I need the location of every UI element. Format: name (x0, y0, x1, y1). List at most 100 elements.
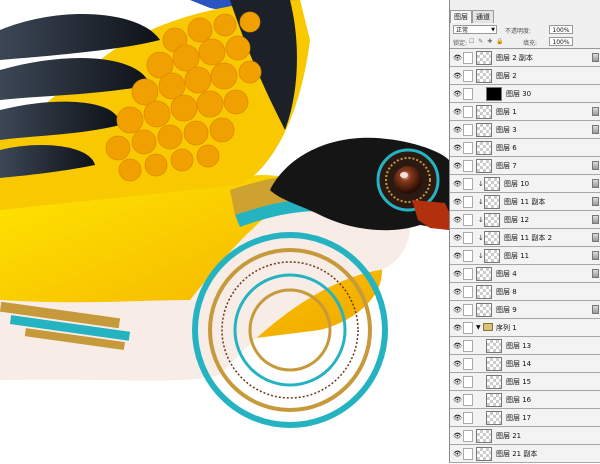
layer-link-box[interactable] (463, 232, 473, 244)
group-expand-icon[interactable]: ▼ (476, 324, 481, 331)
layer-row[interactable]: 👁 图层 2 副本 (450, 50, 600, 67)
eye-icon[interactable]: 👁 (453, 162, 462, 170)
layer-thumbnail[interactable] (476, 447, 492, 461)
layer-row[interactable]: 👁 图层 8 (450, 284, 600, 301)
layer-link-box[interactable] (463, 70, 473, 82)
eye-icon[interactable]: 👁 (453, 324, 462, 332)
eye-icon[interactable]: 👁 (453, 414, 462, 422)
layer-row[interactable]: 👁 图层 17 (450, 410, 600, 427)
layer-link-box[interactable] (463, 322, 473, 334)
eye-icon[interactable]: 👁 (453, 144, 462, 152)
layer-thumbnail[interactable] (476, 69, 492, 83)
layer-row[interactable]: 👁 图层 16 (450, 392, 600, 409)
tab-channels[interactable]: 通道 (472, 10, 494, 23)
layer-row[interactable]: 👁 图层 6 (450, 140, 600, 157)
layer-row[interactable]: 👁 图层 4 (450, 266, 600, 283)
layer-effects-icon[interactable] (592, 179, 599, 188)
eye-icon[interactable]: 👁 (453, 450, 462, 458)
fill-input[interactable]: 100% (549, 37, 573, 46)
document-canvas[interactable] (0, 0, 449, 463)
eye-icon[interactable]: 👁 (453, 306, 462, 314)
layer-link-box[interactable] (463, 430, 473, 442)
layer-thumbnail[interactable] (484, 195, 500, 209)
eye-icon[interactable]: 👁 (453, 198, 462, 206)
layer-link-box[interactable] (463, 394, 473, 406)
layer-link-box[interactable] (463, 178, 473, 190)
layer-row[interactable]: 👁 ↓ 图层 10 (450, 176, 600, 193)
eye-icon[interactable]: 👁 (453, 234, 462, 242)
layer-effects-icon[interactable] (592, 125, 599, 134)
eye-icon[interactable]: 👁 (453, 180, 462, 188)
layer-effects-icon[interactable] (592, 107, 599, 116)
layer-thumbnail[interactable] (476, 429, 492, 443)
opacity-input[interactable]: 100% (549, 25, 573, 34)
layer-thumbnail[interactable] (486, 87, 502, 101)
layer-effects-icon[interactable] (592, 251, 599, 260)
layer-thumbnail[interactable] (476, 285, 492, 299)
layer-link-box[interactable] (463, 196, 473, 208)
layer-link-box[interactable] (463, 286, 473, 298)
eye-icon[interactable]: 👁 (453, 360, 462, 368)
layer-effects-icon[interactable] (592, 197, 599, 206)
layer-link-box[interactable] (463, 358, 473, 370)
layer-thumbnail[interactable] (476, 123, 492, 137)
layer-row[interactable]: 👁 图层 2 (450, 68, 600, 85)
eye-icon[interactable]: 👁 (453, 432, 462, 440)
layer-thumbnail[interactable] (476, 105, 492, 119)
layer-row[interactable]: 👁 图层 30 (450, 86, 600, 103)
layer-row[interactable]: 👁 图层 14 (450, 356, 600, 373)
tab-layers[interactable]: 图层 (450, 10, 472, 23)
layer-thumbnail[interactable] (484, 213, 500, 227)
layer-thumbnail[interactable] (476, 51, 492, 65)
layer-link-box[interactable] (463, 88, 473, 100)
layer-row[interactable]: 👁 图层 21 (450, 428, 600, 445)
layer-link-box[interactable] (463, 268, 473, 280)
eye-icon[interactable]: 👁 (453, 396, 462, 404)
layer-link-box[interactable] (463, 412, 473, 424)
eye-icon[interactable]: 👁 (453, 270, 462, 278)
layer-thumbnail[interactable] (484, 249, 500, 263)
layer-row[interactable]: 👁 图层 15 (450, 374, 600, 391)
blend-mode-select[interactable]: 正常 ▼ (453, 25, 497, 34)
layer-row[interactable]: 👁 图层 9 (450, 302, 600, 319)
layer-row[interactable]: 👁 ↓ 图层 11 副本 2 (450, 230, 600, 247)
eye-icon[interactable]: 👁 (453, 216, 462, 224)
layer-row[interactable]: 👁 ↓ 图层 12 (450, 212, 600, 229)
layer-link-box[interactable] (463, 214, 473, 226)
layer-effects-icon[interactable] (592, 215, 599, 224)
layer-row[interactable]: 👁 ↓ 图层 11 副本 (450, 194, 600, 211)
layer-effects-icon[interactable] (592, 233, 599, 242)
layer-thumbnail[interactable] (476, 141, 492, 155)
layer-thumbnail[interactable] (484, 177, 500, 191)
eye-icon[interactable]: 👁 (453, 342, 462, 350)
layer-link-box[interactable] (463, 376, 473, 388)
layer-row[interactable]: 👁 ↓ 图层 11 (450, 248, 600, 265)
eye-icon[interactable]: 👁 (453, 108, 462, 116)
layer-link-box[interactable] (463, 52, 473, 64)
layer-thumbnail[interactable] (476, 303, 492, 317)
layer-link-box[interactable] (463, 250, 473, 262)
layer-link-box[interactable] (463, 142, 473, 154)
layer-thumbnail[interactable] (486, 393, 502, 407)
layer-thumbnail[interactable] (486, 375, 502, 389)
layer-link-box[interactable] (463, 106, 473, 118)
layer-thumbnail[interactable] (486, 357, 502, 371)
eye-icon[interactable]: 👁 (453, 72, 462, 80)
layer-group[interactable]: 👁 ▼ 序列 1 (450, 320, 600, 337)
eye-icon[interactable]: 👁 (453, 252, 462, 260)
layer-row[interactable]: 👁 图层 3 (450, 122, 600, 139)
layer-thumbnail[interactable] (486, 411, 502, 425)
layer-link-box[interactable] (463, 160, 473, 172)
lock-icons[interactable]: ☐ ✎ ✚ 🔒 (469, 38, 505, 45)
layer-link-box[interactable] (463, 340, 473, 352)
layer-effects-icon[interactable] (592, 53, 599, 62)
layer-row[interactable]: 👁 图层 1 (450, 104, 600, 121)
eye-icon[interactable]: 👁 (453, 90, 462, 98)
eye-icon[interactable]: 👁 (453, 126, 462, 134)
layer-link-box[interactable] (463, 124, 473, 136)
layer-effects-icon[interactable] (592, 305, 599, 314)
layer-thumbnail[interactable] (476, 267, 492, 281)
layer-row[interactable]: 👁 图层 7 (450, 158, 600, 175)
layer-thumbnail[interactable] (486, 339, 502, 353)
eye-icon[interactable]: 👁 (453, 54, 462, 62)
